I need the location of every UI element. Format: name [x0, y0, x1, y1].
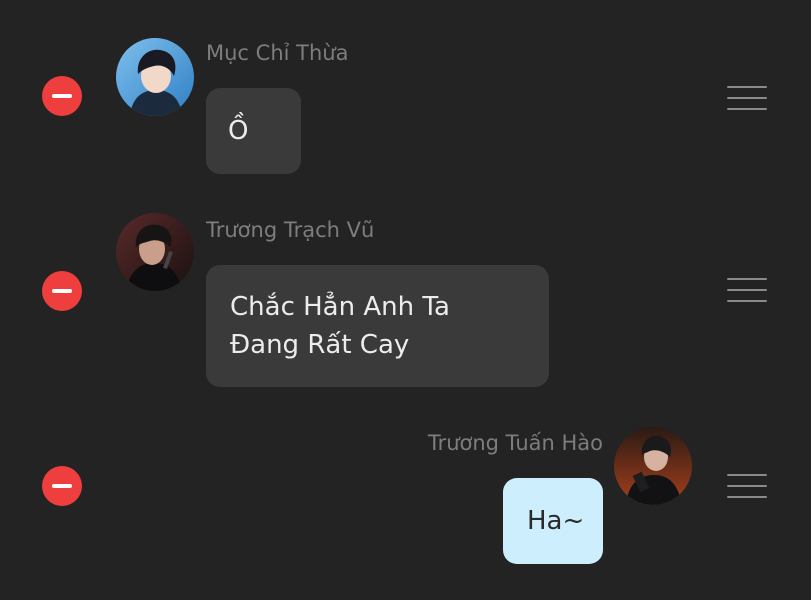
message-bubble[interactable]: Ha~ — [503, 478, 603, 564]
message-bubble[interactable]: Chắc Hẳn Anh Ta Đang Rất Cay — [206, 265, 549, 387]
avatar-photo — [614, 427, 692, 505]
message-text: Chắc Hẳn Anh Ta Đang Rất Cay — [230, 292, 450, 360]
message-edit-list: Mục Chỉ Thừa Ồ Trương Trạch Vũ Chắc Hẳn … — [0, 0, 811, 600]
message-row: Trương Trạch Vũ Chắc Hẳn Anh Ta Đang Rất… — [0, 190, 811, 400]
sender-name: Trương Trạch Vũ — [206, 218, 375, 242]
minus-icon — [52, 484, 72, 488]
message-text: Ha~ — [527, 506, 585, 536]
minus-icon — [52, 289, 72, 293]
message-row: Mục Chỉ Thừa Ồ — [0, 0, 811, 190]
avatar[interactable] — [116, 213, 194, 291]
sender-name: Mục Chỉ Thừa — [206, 41, 349, 65]
drag-handle-icon[interactable] — [727, 474, 767, 498]
message-row: Trương Tuấn Hào Ha~ — [0, 400, 811, 600]
message-bubble[interactable]: Ồ — [206, 88, 301, 174]
delete-message-button[interactable] — [42, 271, 82, 311]
delete-message-button[interactable] — [42, 466, 82, 506]
sender-name: Trương Tuấn Hào — [427, 431, 603, 455]
message-text: Ồ — [228, 116, 249, 146]
drag-handle-icon[interactable] — [727, 278, 767, 302]
avatar[interactable] — [116, 38, 194, 116]
delete-message-button[interactable] — [42, 76, 82, 116]
avatar-photo — [116, 213, 194, 291]
drag-handle-icon[interactable] — [727, 86, 767, 110]
minus-icon — [52, 94, 72, 98]
avatar-photo — [116, 38, 194, 116]
avatar[interactable] — [614, 427, 692, 505]
